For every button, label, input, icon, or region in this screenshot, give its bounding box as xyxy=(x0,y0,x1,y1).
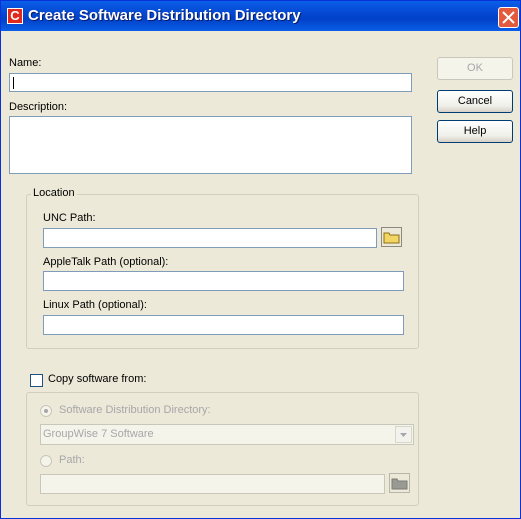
dropdown-button[interactable] xyxy=(395,426,412,443)
ok-button[interactable]: OK xyxy=(437,57,513,80)
description-label: Description: xyxy=(9,101,68,113)
description-field[interactable] xyxy=(9,116,412,174)
cancel-button[interactable]: Cancel xyxy=(437,90,513,113)
linux-path-field[interactable] xyxy=(43,315,404,335)
unc-browse-button[interactable] xyxy=(381,227,402,247)
folder-icon xyxy=(389,473,410,493)
linux-path-label: Linux Path (optional): xyxy=(43,299,147,311)
help-button[interactable]: Help xyxy=(437,120,513,143)
app-icon: C xyxy=(7,8,23,24)
path-radio[interactable] xyxy=(40,455,52,467)
text-caret xyxy=(13,77,14,89)
sdd-select[interactable]: GroupWise 7 Software xyxy=(40,424,414,445)
sdd-selected-value: GroupWise 7 Software xyxy=(43,428,154,440)
close-icon xyxy=(502,11,515,24)
dialog-window: C Create Software Distribution Directory… xyxy=(0,0,521,519)
location-legend: Location xyxy=(31,187,77,199)
name-label: Name: xyxy=(9,57,42,69)
path-option-label: Path: xyxy=(59,454,85,466)
folder-icon xyxy=(381,227,402,247)
copy-path-browse-button[interactable] xyxy=(389,473,410,493)
title-bar[interactable]: C Create Software Distribution Directory xyxy=(1,1,520,31)
copy-software-label: Copy software from: xyxy=(48,373,147,385)
unc-path-label: UNC Path: xyxy=(43,212,96,224)
appletalk-path-field[interactable] xyxy=(43,271,404,291)
copy-software-checkbox[interactable] xyxy=(30,374,43,387)
window-title: Create Software Distribution Directory xyxy=(28,7,301,24)
sdd-option-label: Software Distribution Directory: xyxy=(59,404,211,416)
copy-path-field[interactable] xyxy=(40,474,385,494)
appletalk-path-label: AppleTalk Path (optional): xyxy=(43,256,169,268)
name-field[interactable] xyxy=(9,73,412,92)
radio-dot xyxy=(44,409,48,413)
unc-path-field[interactable] xyxy=(43,228,377,248)
close-button[interactable] xyxy=(498,7,519,28)
chevron-down-icon xyxy=(400,433,407,437)
sdd-radio[interactable] xyxy=(40,405,52,417)
